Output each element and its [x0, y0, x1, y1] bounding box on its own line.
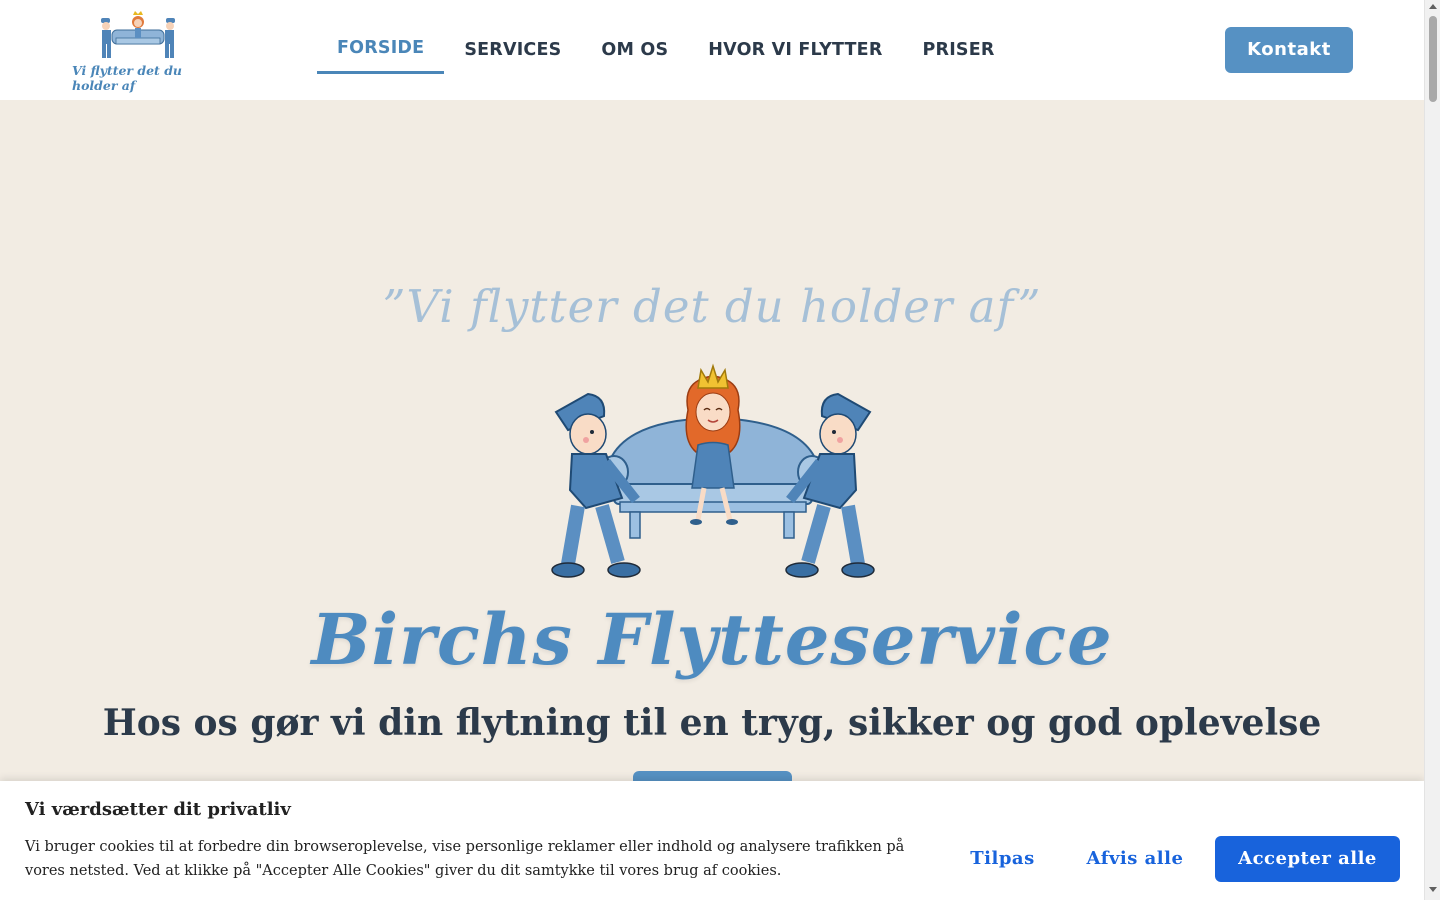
logo-tagline: Vi flytter det du holder af: [72, 63, 183, 93]
scroll-down-arrow-icon[interactable]: [1429, 887, 1437, 892]
nav-item-hvor-vi-flytter[interactable]: HVOR VI FLYTTER: [688, 26, 902, 74]
cookie-accept-button[interactable]: Accepter alle: [1215, 836, 1400, 882]
hero-subtitle: Hos os gør vi din flytning til en tryg, …: [102, 702, 1322, 744]
logo-illustration-icon: [101, 11, 175, 58]
site-header: Vi flytter det du holder af FORSIDE SERV…: [0, 0, 1424, 100]
scroll-up-arrow-icon[interactable]: [1429, 4, 1437, 9]
cookie-customize-button[interactable]: Tilpas: [950, 836, 1055, 882]
main-nav: FORSIDE SERVICES OM OS HVOR VI FLYTTER P…: [317, 26, 1015, 74]
hero-section: ”Vi flytter det du holder af” Birchs Fly…: [0, 100, 1424, 900]
scroll-thumb[interactable]: [1429, 16, 1437, 102]
logo[interactable]: Vi flytter det du holder af: [72, 8, 192, 98]
cookie-text: Vi bruger cookies til at forbedre din br…: [25, 839, 905, 879]
cookie-title: Vi værdsætter dit privatliv: [25, 799, 291, 820]
nav-item-om-os[interactable]: OM OS: [581, 26, 688, 74]
contact-button[interactable]: Kontakt: [1225, 27, 1353, 73]
nav-item-services[interactable]: SERVICES: [444, 26, 581, 74]
cookie-banner: Vi værdsætter dit privatliv Vi bruger co…: [0, 781, 1424, 900]
hero-tagline: ”Vi flytter det du holder af”: [382, 280, 1042, 333]
hero-title: Birchs Flytteservice: [311, 598, 1113, 681]
nav-item-priser[interactable]: PRISER: [903, 26, 1015, 74]
movers-carrying-sofa-queen-illustration-icon: [551, 363, 875, 578]
cookie-reject-button[interactable]: Afvis alle: [1068, 836, 1202, 882]
nav-item-forside[interactable]: FORSIDE: [317, 26, 445, 74]
page-scrollbar[interactable]: [1424, 0, 1440, 900]
